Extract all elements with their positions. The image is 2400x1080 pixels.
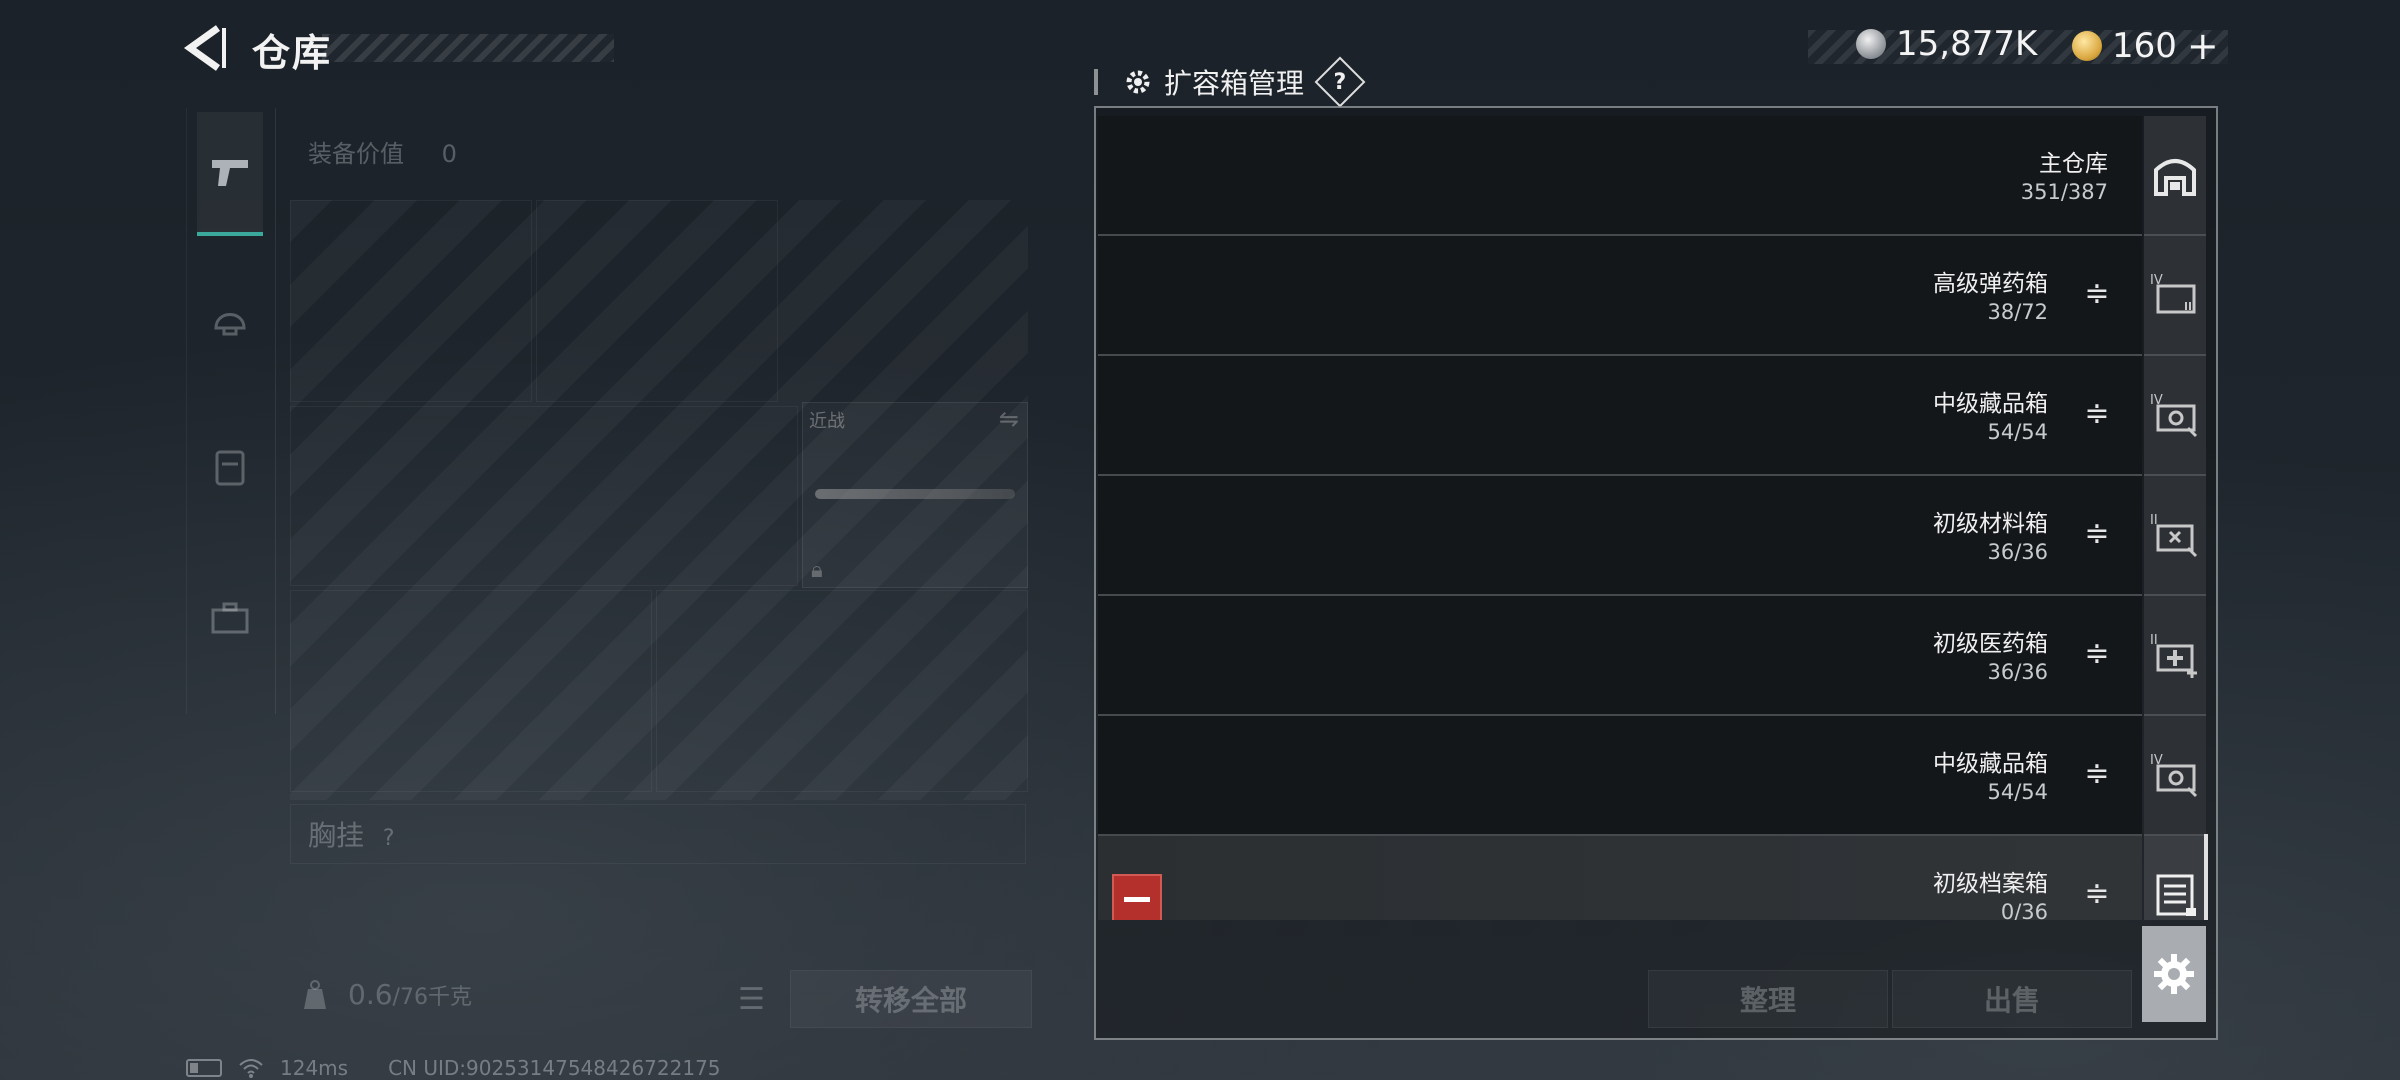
gear-icon <box>1126 70 1150 94</box>
back-arrow-icon <box>183 25 226 71</box>
list-item-expansion-box-selected[interactable]: 初级档案箱 0/36 ≑ <box>1098 836 2142 920</box>
medical-box-icon: II <box>2144 596 2206 716</box>
list-item-expansion-box[interactable]: 初级材料箱 36/36 ≑ <box>1098 476 2142 596</box>
box-name: 高级弹药箱 <box>1933 271 2048 297</box>
box-name: 初级档案箱 <box>1933 871 2048 897</box>
chest-rig-help[interactable]: ? <box>383 826 395 851</box>
expansion-manager-header: 扩容箱管理 ? <box>1094 56 1366 108</box>
tab-armor[interactable] <box>197 408 263 528</box>
wifi-icon <box>239 1059 263 1078</box>
expansion-manager-title: 扩容箱管理 <box>1164 67 1305 100</box>
weight-icon <box>304 979 326 1009</box>
box-capacity: 36/36 <box>1987 540 2048 564</box>
list-item-expansion-box[interactable]: 高级弹药箱 38/72 ≑ <box>1098 236 2142 356</box>
list-scrollbar[interactable] <box>2204 834 2208 920</box>
ping-value: 124ms <box>280 1056 349 1080</box>
pistol-icon <box>212 160 248 186</box>
box-name: 中级藏品箱 <box>1933 751 2048 777</box>
ammo-box-icon: IV <box>2144 236 2206 356</box>
drag-handle-icon[interactable]: ≑ <box>2082 756 2112 792</box>
category-tabs <box>186 108 276 714</box>
remove-box-button[interactable] <box>1112 874 1162 920</box>
equip-value-label: 装备价值 <box>308 140 404 168</box>
helmet-icon <box>214 313 246 336</box>
box-capacity: 54/54 <box>1987 420 2048 444</box>
uid-text: CN UID:902531475484267221​75 <box>388 1056 721 1080</box>
drag-handle-icon[interactable]: ≑ <box>2082 276 2112 312</box>
organize-button[interactable]: 整理 <box>1648 970 1888 1028</box>
add-gold-button[interactable]: + <box>2187 24 2219 68</box>
gold-coin-icon <box>2072 31 2102 61</box>
page-title: 仓库 <box>252 31 333 75</box>
collection-box-icon: IV <box>2144 716 2206 836</box>
case-icon <box>211 602 249 634</box>
box-name: 初级医药箱 <box>1933 631 2048 657</box>
knife-icon <box>815 489 1015 499</box>
list-item-expansion-box[interactable]: 中级藏品箱 54/54 ≑ <box>1098 356 2142 476</box>
equip-value-amount: 0 <box>441 140 457 168</box>
box-name: 中级藏品箱 <box>1933 391 2048 417</box>
box-capacity: 0/36 <box>2000 900 2048 920</box>
equip-value: 装备价值 0 <box>308 134 457 169</box>
drag-handle-icon[interactable]: ≑ <box>2082 636 2112 672</box>
help-button[interactable]: ? <box>1314 56 1366 108</box>
material-box-icon: II <box>2144 476 2206 596</box>
box-capacity: 54/54 <box>1987 780 2048 804</box>
silver-currency: 15,877K <box>1856 24 2037 64</box>
tab-case[interactable] <box>197 558 263 678</box>
battery-icon <box>186 1059 222 1077</box>
expansion-box-list[interactable]: 主仓库 351/387 高级弹药箱 38/72 ≑ 中级藏品箱 54/54 ≑ … <box>1096 108 2210 920</box>
status-bar: 124ms CN UID:902531475484267221​75 <box>186 1056 721 1080</box>
chest-rig-slot[interactable] <box>290 804 1026 864</box>
tab-weapons[interactable] <box>197 112 263 236</box>
weight-indicator: 0.6/76千克 <box>300 978 472 1011</box>
chest-rig-label: 胸挂 <box>308 819 365 852</box>
gold-amount: 160 <box>2112 26 2177 66</box>
lock-icon: 🔒︎ <box>811 558 823 583</box>
back-button[interactable] <box>182 22 228 74</box>
box-name: 初级材料箱 <box>1933 511 2048 537</box>
tab-helmet[interactable] <box>197 258 263 378</box>
gold-currency[interactable]: 160 + <box>2072 24 2219 68</box>
list-item-expansion-box[interactable]: 中级藏品箱 54/54 ≑ <box>1098 716 2142 836</box>
gear-icon <box>2154 954 2194 994</box>
box-name: 主仓库 <box>2039 151 2108 177</box>
box-capacity: 38/72 <box>1987 300 2048 324</box>
drag-handle-icon[interactable]: ≑ <box>2082 876 2112 912</box>
silver-amount: 15,877K <box>1896 24 2038 64</box>
melee-slot[interactable]: 近战 ⇋ 🔒︎ <box>802 402 1028 588</box>
archive-box-icon <box>2144 836 2206 920</box>
melee-slot-label: 近战 <box>809 411 845 432</box>
sell-button[interactable]: 出售 <box>1892 970 2132 1028</box>
drag-handle-icon[interactable]: ≑ <box>2082 516 2112 552</box>
armor-icon <box>215 450 245 486</box>
warehouse-icon <box>2144 116 2206 236</box>
title-stripe <box>322 34 614 62</box>
swap-icon: ⇋ <box>998 405 1019 433</box>
transfer-all-button[interactable]: 转移全部 <box>790 970 1032 1028</box>
settings-button[interactable] <box>2142 926 2206 1022</box>
weight-max: /76千克 <box>392 985 472 1010</box>
list-item-main-warehouse[interactable]: 主仓库 351/387 <box>1098 116 2142 236</box>
box-capacity: 351/387 <box>2020 180 2108 204</box>
chest-rig-title: 胸挂 ? <box>308 814 395 854</box>
box-capacity: 36/36 <box>1987 660 2048 684</box>
weight-current: 0.6 <box>348 978 393 1011</box>
silver-coin-icon <box>1856 29 1886 59</box>
collection-box-icon: IV <box>2144 356 2206 476</box>
list-view-icon[interactable]: ☰ <box>738 982 765 1017</box>
list-item-expansion-box[interactable]: 初级医药箱 36/36 ≑ <box>1098 596 2142 716</box>
drag-handle-icon[interactable]: ≑ <box>2082 396 2112 432</box>
